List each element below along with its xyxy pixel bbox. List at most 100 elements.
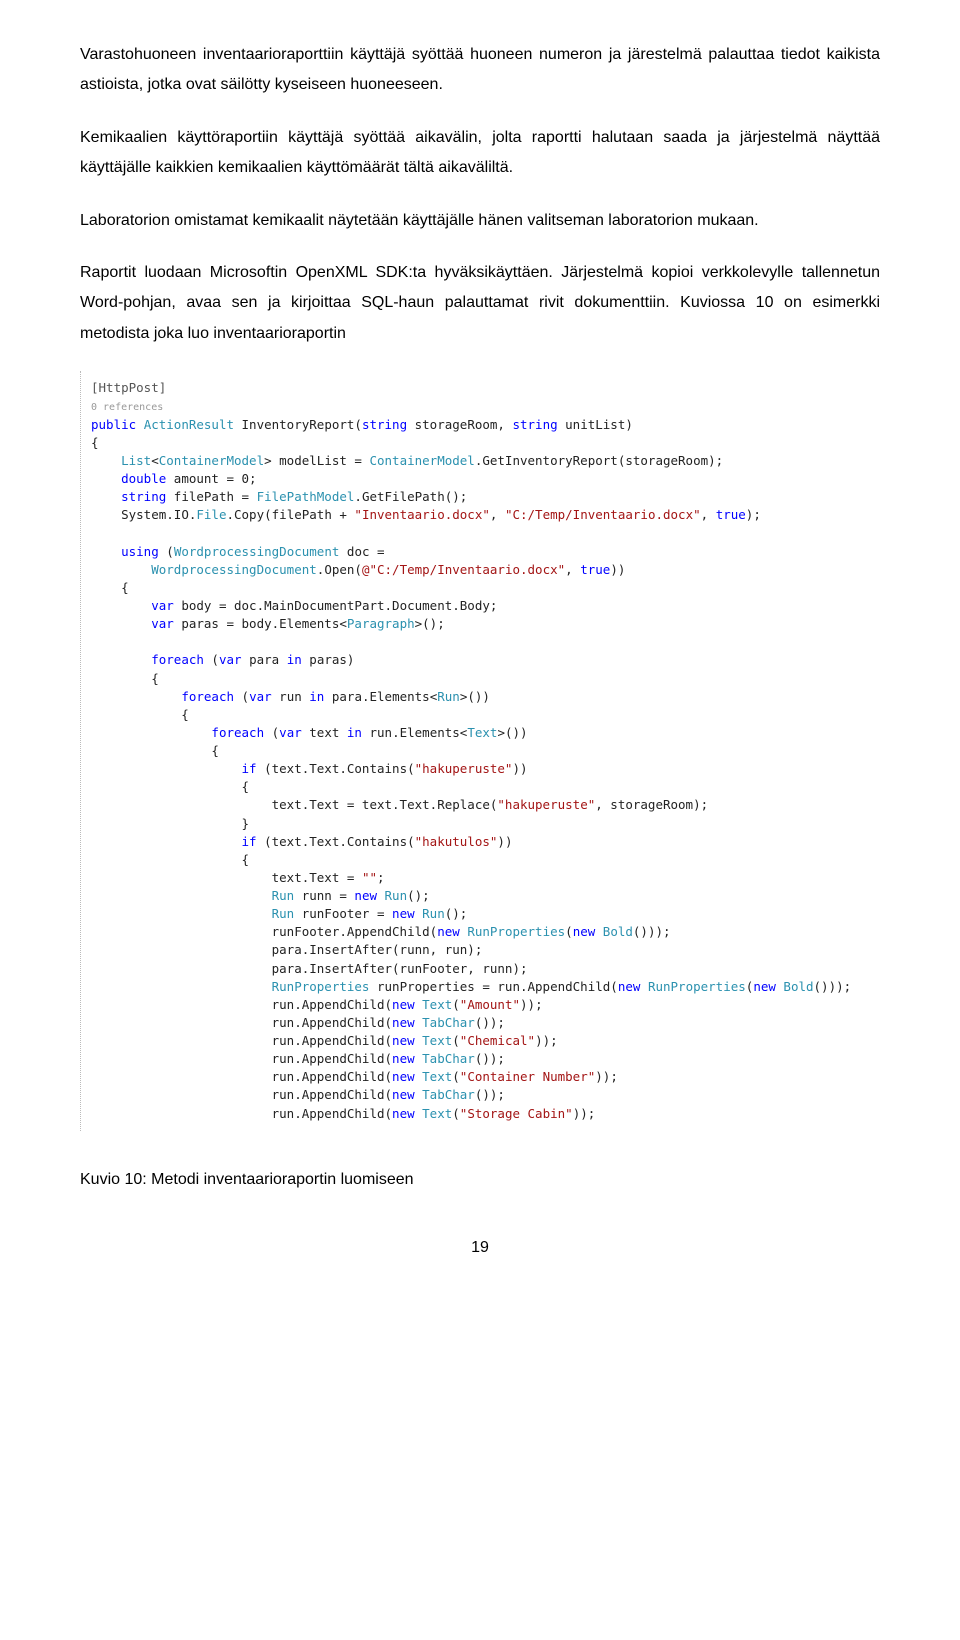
txt: InventoryReport( bbox=[242, 417, 362, 432]
txt: ())); bbox=[633, 924, 671, 939]
kw: new bbox=[392, 1106, 415, 1121]
type: Bold bbox=[603, 924, 633, 939]
code-attr: [HttpPost] bbox=[91, 380, 166, 395]
type: Text bbox=[422, 997, 452, 1012]
kw: new bbox=[392, 997, 415, 1012]
type: ActionResult bbox=[144, 417, 234, 432]
kw: public bbox=[91, 417, 136, 432]
txt: (text.Text.Contains( bbox=[257, 834, 415, 849]
code-sample: [HttpPost] 0 references public ActionRes… bbox=[80, 371, 880, 1131]
kw: foreach bbox=[151, 652, 204, 667]
type: RunProperties bbox=[467, 924, 565, 939]
kw: var bbox=[151, 598, 174, 613]
txt: run.AppendChild( bbox=[272, 1069, 392, 1084]
txt: )); bbox=[535, 1033, 558, 1048]
str: "Amount" bbox=[460, 997, 520, 1012]
txt: < bbox=[151, 453, 159, 468]
txt: >()) bbox=[460, 689, 490, 704]
txt: run.Elements< bbox=[362, 725, 467, 740]
type: Text bbox=[422, 1033, 452, 1048]
str: "C:/Temp/Inventaario.docx" bbox=[505, 507, 701, 522]
figure-caption: Kuvio 10: Metodi inventaarioraportin luo… bbox=[80, 1171, 880, 1189]
txt: .GetFilePath(); bbox=[354, 489, 467, 504]
txt: text.Text = bbox=[272, 870, 362, 885]
kw: new bbox=[573, 924, 596, 939]
kw: new bbox=[618, 979, 641, 994]
str: @"C:/Temp/Inventaario.docx" bbox=[362, 562, 565, 577]
txt: )) bbox=[512, 761, 527, 776]
txt: )) bbox=[610, 562, 625, 577]
type: FilePathModel bbox=[257, 489, 355, 504]
type: Run bbox=[272, 906, 295, 921]
txt: amount = 0; bbox=[166, 471, 256, 486]
txt: ( bbox=[452, 1033, 460, 1048]
txt: > modelList = bbox=[264, 453, 369, 468]
type: Bold bbox=[783, 979, 813, 994]
txt: run.AppendChild( bbox=[272, 1051, 392, 1066]
paragraph-4: Raportit luodaan Microsoftin OpenXML SDK… bbox=[80, 258, 880, 349]
txt: storageRoom, bbox=[407, 417, 512, 432]
txt: ( bbox=[452, 997, 460, 1012]
kw: var bbox=[219, 652, 242, 667]
txt: )); bbox=[520, 997, 543, 1012]
str: "Container Number" bbox=[460, 1069, 595, 1084]
txt: para bbox=[242, 652, 287, 667]
str: "" bbox=[362, 870, 377, 885]
txt: ); bbox=[746, 507, 761, 522]
kw: new bbox=[392, 1087, 415, 1102]
kw: new bbox=[392, 906, 415, 921]
type: RunProperties bbox=[648, 979, 746, 994]
kw: string bbox=[512, 417, 557, 432]
txt: (); bbox=[407, 888, 430, 903]
txt bbox=[640, 979, 648, 994]
txt: .GetInventoryReport(storageRoom); bbox=[475, 453, 723, 468]
str: "hakuperuste" bbox=[415, 761, 513, 776]
type: ContainerModel bbox=[159, 453, 264, 468]
txt: runProperties = run.AppendChild( bbox=[369, 979, 617, 994]
ref-count: 0 references bbox=[91, 402, 163, 413]
txt: body = doc.MainDocumentPart.Document.Bod… bbox=[174, 598, 498, 613]
type: Paragraph bbox=[347, 616, 415, 631]
type: WordprocessingDocument bbox=[151, 562, 317, 577]
txt: )) bbox=[497, 834, 512, 849]
txt: ( bbox=[565, 924, 573, 939]
txt: para.InsertAfter(runn, run); bbox=[272, 942, 483, 957]
txt: ( bbox=[159, 544, 174, 559]
kw: new bbox=[354, 888, 377, 903]
document-page: Varastohuoneen inventaarioraporttiin käy… bbox=[0, 0, 960, 1297]
txt: ( bbox=[452, 1106, 460, 1121]
txt: )); bbox=[573, 1106, 596, 1121]
kw: new bbox=[392, 1051, 415, 1066]
kw: new bbox=[437, 924, 460, 939]
txt: run.AppendChild( bbox=[272, 1106, 392, 1121]
type: ContainerModel bbox=[369, 453, 474, 468]
kw: var bbox=[151, 616, 174, 631]
type: Text bbox=[422, 1106, 452, 1121]
page-number: 19 bbox=[80, 1239, 880, 1257]
kw: in bbox=[347, 725, 362, 740]
kw: true bbox=[580, 562, 610, 577]
txt: )); bbox=[595, 1069, 618, 1084]
kw: using bbox=[121, 544, 159, 559]
txt: (text.Text.Contains( bbox=[257, 761, 415, 776]
txt: unitList) bbox=[558, 417, 633, 432]
kw: in bbox=[287, 652, 302, 667]
txt: ()); bbox=[475, 1087, 505, 1102]
kw: if bbox=[242, 834, 257, 849]
txt: .Open( bbox=[317, 562, 362, 577]
kw: double bbox=[121, 471, 166, 486]
txt: .Copy(filePath + bbox=[226, 507, 354, 522]
txt: filePath = bbox=[166, 489, 256, 504]
txt: text bbox=[302, 725, 347, 740]
txt: , bbox=[490, 507, 505, 522]
kw: string bbox=[362, 417, 407, 432]
txt: run.AppendChild( bbox=[272, 1015, 392, 1030]
txt: System.IO. bbox=[121, 507, 196, 522]
str: "hakutulos" bbox=[415, 834, 498, 849]
txt: runFooter.AppendChild( bbox=[272, 924, 438, 939]
txt: ( bbox=[234, 689, 249, 704]
type: Text bbox=[422, 1069, 452, 1084]
txt: run.AppendChild( bbox=[272, 1033, 392, 1048]
kw: new bbox=[392, 1015, 415, 1030]
kw: if bbox=[242, 761, 257, 776]
